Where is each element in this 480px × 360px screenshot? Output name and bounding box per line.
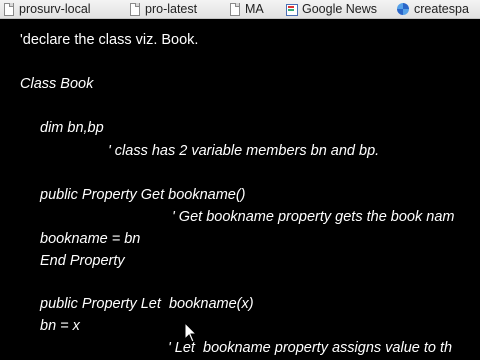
page-icon: [2, 2, 14, 16]
bookmark-pro-latest[interactable]: pro-latest: [128, 0, 197, 18]
bookmark-label: createspa: [414, 2, 469, 16]
code-end-property: End Property: [40, 253, 125, 269]
bookmark-label: prosurv-local: [19, 2, 91, 16]
code-property-get-signature: public Property Get bookname(): [40, 187, 246, 203]
code-class-declaration: Class Book: [20, 76, 94, 92]
createspace-icon: [397, 2, 409, 16]
page-icon: [128, 2, 140, 16]
bookmark-google-news[interactable]: Google News: [285, 0, 377, 18]
code-comment-members: ' class has 2 variable members bn and bp…: [108, 143, 380, 159]
google-news-icon: [285, 2, 298, 16]
code-comment-let: ' Let bookname property assigns value to…: [168, 340, 453, 356]
code-assign-get: bookname = bn: [40, 231, 141, 247]
mouse-cursor-icon: [184, 322, 198, 343]
code-comment-get: ' Get bookname property gets the book na…: [172, 209, 455, 225]
bookmarks-bar: prosurv-local pro-latest MA Google News …: [0, 0, 480, 19]
bookmark-ma[interactable]: MA: [228, 0, 264, 18]
bookmark-label: MA: [245, 2, 264, 16]
code-property-let-signature: public Property Let bookname(x): [40, 296, 254, 312]
page-icon: [228, 2, 240, 16]
code-assign-let: bn = x: [40, 318, 80, 334]
bookmark-label: Google News: [302, 2, 378, 16]
code-page: 'declare the class viz. Book. Class Book…: [0, 19, 480, 360]
bookmark-createspace[interactable]: createspa: [397, 0, 469, 18]
code-dim-statement: dim bn,bp: [40, 120, 104, 136]
code-comment-declare: 'declare the class viz. Book.: [20, 32, 199, 48]
bookmark-label: pro-latest: [145, 2, 198, 16]
bookmark-prosurv-local[interactable]: prosurv-local: [2, 0, 91, 18]
